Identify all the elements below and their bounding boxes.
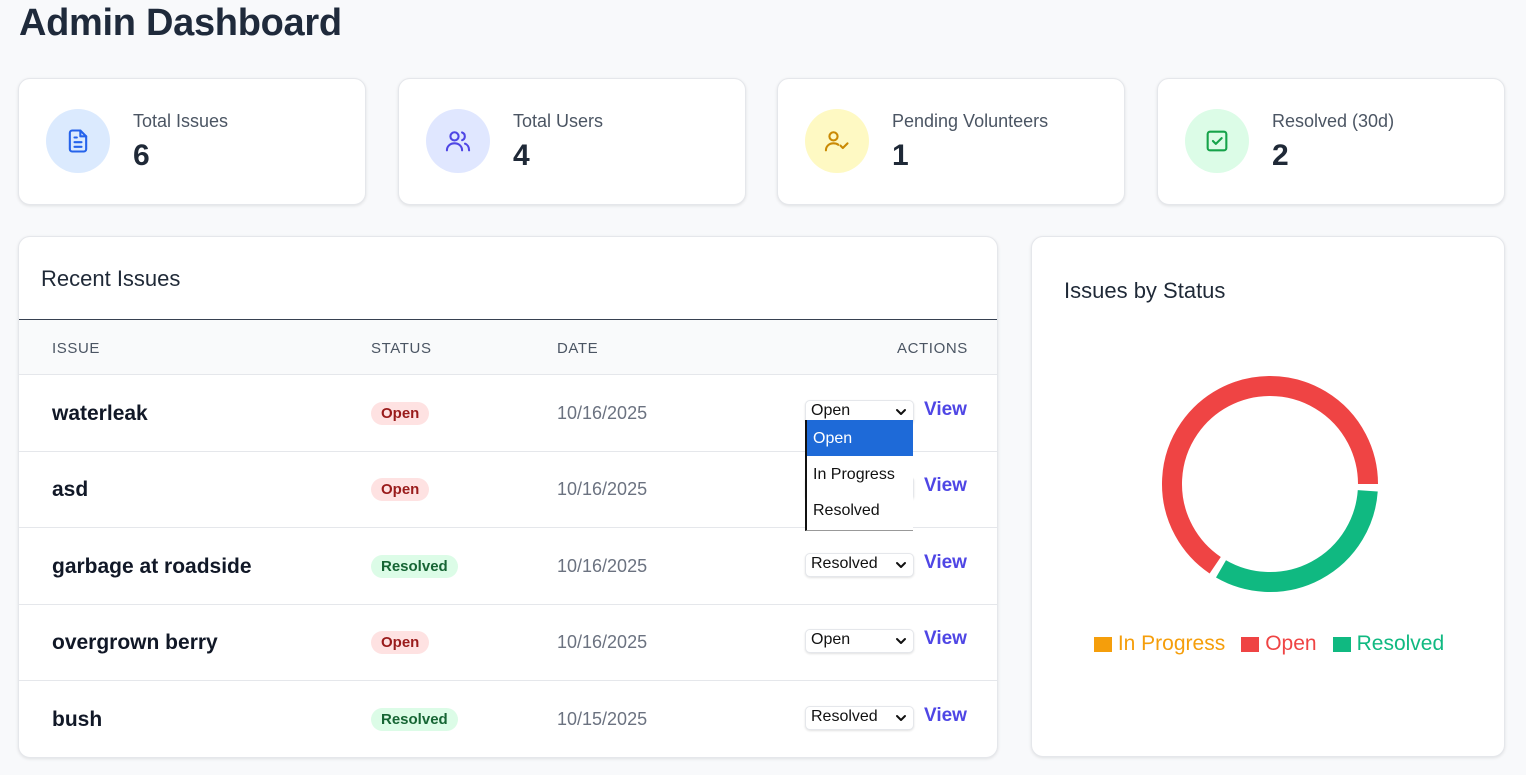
- column-header-date: DATE: [557, 340, 599, 357]
- document-icon: [46, 109, 110, 173]
- stat-label: Total Issues: [133, 111, 229, 131]
- status-badge: Resolved: [371, 708, 458, 731]
- view-link[interactable]: View: [924, 705, 967, 727]
- table-header: ISSUE STATUS DATE ACTIONS: [19, 319, 997, 375]
- stats-row: Total Issues 6 Total Users 4 Pending Vol…: [18, 78, 1506, 205]
- issue-title: bush: [52, 708, 103, 731]
- dropdown-option-in-progress[interactable]: In Progress: [807, 456, 913, 492]
- stat-card-total-users: Total Users 4: [398, 78, 746, 205]
- status-donut-chart: [1162, 376, 1378, 592]
- stat-label: Pending Volunteers: [892, 111, 1049, 131]
- view-link[interactable]: View: [924, 552, 967, 574]
- status-select-value: Resolved: [811, 708, 878, 725]
- check-square-icon: [1185, 109, 1249, 173]
- stat-card-total-issues: Total Issues 6: [18, 78, 366, 205]
- recent-issues-card: Recent Issues ISSUE STATUS DATE ACTIONS …: [18, 236, 998, 758]
- table-row: overgrown berry Open 10/16/2025 Open View: [19, 604, 997, 681]
- issue-title: waterleak: [52, 402, 148, 425]
- chevron-down-icon: [896, 409, 906, 415]
- stat-card-resolved: Resolved (30d) 2: [1157, 78, 1505, 205]
- issue-title: overgrown berry: [52, 631, 218, 654]
- status-badge: Open: [371, 631, 430, 654]
- column-header-status: STATUS: [371, 340, 432, 357]
- chevron-down-icon: [896, 715, 906, 721]
- stat-value: 4: [513, 139, 530, 172]
- legend-item-resolved[interactable]: Resolved: [1332, 632, 1445, 656]
- table-row: garbage at roadside Resolved 10/16/2025 Res…: [19, 528, 997, 605]
- status-select-value: Open: [811, 402, 851, 419]
- status-badge: Open: [371, 478, 430, 501]
- view-link[interactable]: View: [924, 399, 967, 421]
- user-check-icon: [805, 109, 869, 173]
- stat-card-pending-volunteers: Pending Volunteers 1: [777, 78, 1125, 205]
- status-select-value: Resolved: [811, 555, 878, 572]
- status-select[interactable]: Resolved: [805, 553, 914, 577]
- legend-label: Resolved: [1356, 632, 1445, 655]
- donut-segment-resolved[interactable]: [1216, 489, 1378, 592]
- stat-label: Resolved (30d): [1272, 111, 1395, 131]
- dropdown-option-open[interactable]: Open: [807, 420, 913, 456]
- status-dropdown-menu: Open In Progress Resolved: [805, 420, 913, 531]
- column-header-issue: ISSUE: [52, 340, 101, 357]
- chart-legend: In Progress Open Resolved: [1032, 632, 1506, 656]
- legend-label: Open: [1265, 632, 1317, 655]
- issue-title: garbage at roadside: [52, 555, 252, 578]
- issues-by-status-card: Issues by Status In Progress Open Resolved: [1031, 236, 1505, 757]
- legend-item-open[interactable]: Open: [1241, 632, 1317, 656]
- issue-date: 10/16/2025: [557, 556, 648, 576]
- status-badge: Resolved: [371, 555, 458, 578]
- page-title: Admin Dashboard: [19, 2, 342, 44]
- status-select-value: Open: [811, 631, 851, 648]
- status-select[interactable]: Open: [805, 629, 914, 653]
- donut-segment-open[interactable]: [1162, 376, 1378, 574]
- legend-swatch: [1332, 636, 1351, 652]
- recent-issues-title: Recent Issues: [41, 266, 181, 291]
- legend-swatch: [1093, 636, 1112, 652]
- chart-title: Issues by Status: [1064, 278, 1226, 303]
- legend-swatch: [1241, 636, 1260, 652]
- stat-value: 2: [1272, 139, 1289, 172]
- legend-item-in-progress[interactable]: In Progress: [1093, 632, 1226, 656]
- issue-date: 10/16/2025: [557, 632, 648, 652]
- view-link[interactable]: View: [924, 475, 967, 497]
- chevron-down-icon: [896, 562, 906, 568]
- status-select[interactable]: Resolved: [805, 706, 914, 730]
- issue-date: 10/16/2025: [557, 479, 648, 499]
- issue-date: 10/16/2025: [557, 403, 648, 423]
- dropdown-option-resolved[interactable]: Resolved: [807, 492, 913, 528]
- chevron-down-icon: [896, 638, 906, 644]
- stat-label: Total Users: [513, 111, 604, 131]
- view-link[interactable]: View: [924, 628, 967, 650]
- table-row: bush Resolved 10/15/2025 Resolved View: [19, 681, 997, 757]
- stat-value: 6: [133, 139, 150, 172]
- issue-date: 10/15/2025: [557, 709, 648, 729]
- legend-label: In Progress: [1117, 632, 1226, 655]
- status-badge: Open: [371, 402, 430, 425]
- column-header-actions: ACTIONS: [897, 340, 968, 357]
- issue-title: asd: [52, 478, 89, 501]
- stat-value: 1: [892, 139, 909, 172]
- users-icon: [426, 109, 490, 173]
